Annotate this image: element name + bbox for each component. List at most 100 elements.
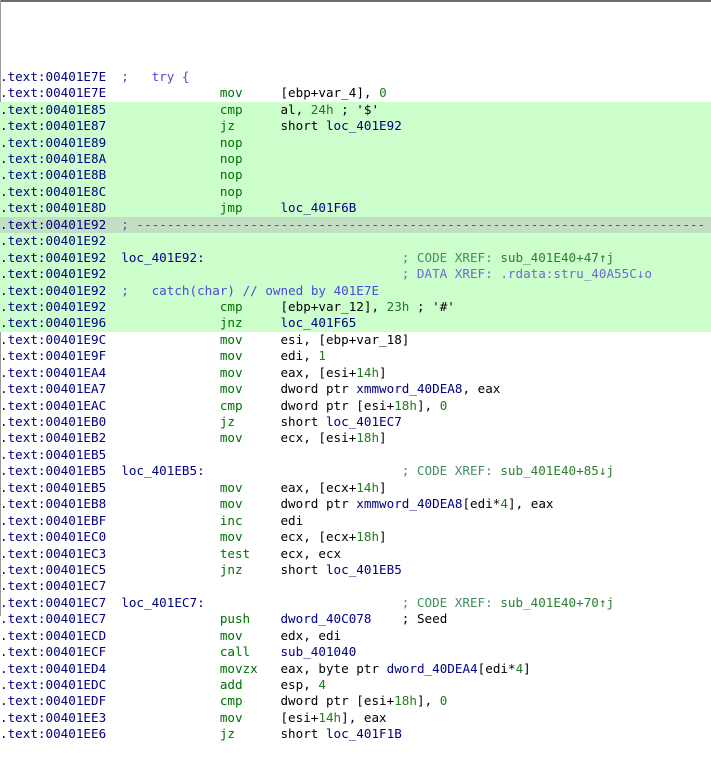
disassembly-line[interactable]: .text:00401E7E ; try { [0,69,711,85]
disassembly-line[interactable]: .text:00401EA4 mov eax, [esi+14h] [0,365,711,381]
reg-token: var_18 [356,331,402,347]
line-mnemonic: mov [220,430,243,446]
line-operands: short loc_401E92 [280,118,401,134]
disassembly-listing[interactable]: .text:00401E7E; try {.text:00401E7E mov [e… [0,0,711,741]
disassembly-line[interactable]: .text:00401E96 jnz loc_401F65 [0,315,711,332]
addr-token: .text:00401EDC [0,677,107,692]
name-token: sub_401040 [280,644,357,660]
line-operands: short loc_401F1B [280,726,401,742]
line-address: .text:00401EBF [0,513,106,529]
xrefk-token: ; CODE XREF: [401,594,493,610]
line-mnemonic: jmp [220,200,243,216]
line-mnemonic: mov [220,381,243,397]
punct-token: + [310,709,319,725]
disassembly-line[interactable]: .text:00401E89 nop [0,134,711,151]
disassembly-line[interactable]: .text:00401ED4 movzx eax, byte ptr dword_4… [0,661,711,677]
disassembly-line[interactable]: .text:00401E8A nop [0,151,711,168]
disassembly-line[interactable]: .text:00401E92 ; ------------------------… [0,216,711,234]
line-label: loc_401EB5: [121,463,204,479]
reg-token: ecx [280,430,304,446]
reg-token: ecx [325,529,349,545]
disassembly-line[interactable]: .text:00401EB5 loc_401EB5: ; CODE XREF: su… [0,463,711,479]
disassembly-line[interactable]: .text:00401E8D jmp loc_401F6B [0,200,711,217]
punct-token: ], [356,85,380,101]
line-address: .text:00401EA4 [0,365,106,381]
mnem-token: mov [219,381,243,397]
line-mnemonic: cmp [220,102,243,118]
disassembly-line[interactable]: .text:00401EB5 mov eax, [ecx+14h] [0,480,711,496]
line-address: .text:00401E96 [0,315,106,331]
cmt-token: ; try { [121,68,190,84]
punct-token: , [295,101,311,117]
addr-token: .text:00401ECD [0,627,107,643]
disassembly-line[interactable]: .text:00401EC0 mov ecx, [ecx+18h] [0,529,711,545]
line-comment: ; try { [121,69,189,85]
reg-token: ebp [325,331,349,347]
dash-token: ; --------------------------------------… [121,216,706,232]
disassembly-line[interactable]: .text:00401EC7 loc_401EC7: ; CODE XREF: su… [0,595,711,611]
kw-token: dword ptr [280,693,349,709]
disassembly-line[interactable]: .text:00401EC3 test ecx, ecx [0,546,711,562]
punct-token: [ [280,85,289,101]
addr-token: .text:00401E92 [0,282,107,298]
disassembly-line[interactable]: .text:00401EC7 push dword_40C078 ; Seed [0,611,711,627]
disassembly-line[interactable]: .text:00401E92 ; DATA XREF: .rdata:stru_4… [0,266,711,283]
line-address: .text:00401E8B [0,167,106,183]
num-token: 0 [439,693,448,709]
disassembly-line[interactable]: .text:00401E85 cmp al, 24h ; '$' [0,101,711,119]
disassembly-line[interactable]: .text:00401E92 [0,233,711,250]
addr-token: .text:00401E96 [0,315,107,331]
disassembly-line[interactable]: .text:00401E9F mov edi, 1 [0,348,711,364]
line-mnemonic: mov [220,365,243,381]
line-mnemonic: jnz [220,315,243,331]
num-token: 18h [356,430,380,446]
addr-token: .text:00401E85 [0,101,107,117]
disassembly-line[interactable]: .text:00401E8C nop [0,183,711,201]
disassembly-line[interactable]: .text:00401E7E mov [ebp+var_4], 0 [0,85,711,101]
punct-token: ], [341,709,364,725]
line-operands: al, 24h ; '$' [280,102,379,118]
disassembly-line[interactable]: .text:00401E87 jz short loc_401E92 [0,118,711,135]
disassembly-line[interactable]: .text:00401EE6 jz short loc_401F1B [0,726,711,742]
disassembly-line[interactable]: .text:00401EB8 mov dword ptr xmmword_40DEA… [0,496,711,512]
reg-token: esi [288,709,311,725]
mnem-token: jmp [219,200,243,216]
line-operands: edx, edi [280,628,341,644]
addr-token: .text:00401ED4 [0,660,107,676]
reg-token: ecx [280,529,304,545]
disassembly-line[interactable]: .text:00401EB2 mov ecx, [esi+18h] [0,430,711,446]
disassembly-line[interactable]: .text:00401EE3 mov [esi+14h], eax [0,710,711,726]
line-address: .text:00401E9C [0,332,106,348]
line-address: .text:00401E7E [0,85,106,101]
num-token: 4 [318,677,326,692]
addr-token: .text:00401ECF [0,644,107,660]
disassembly-line[interactable]: .text:00401E9C mov esi, [ebp+var_18] [0,332,711,348]
line-label: loc_401E92: [121,250,204,266]
disassembly-line[interactable]: .text:00401E92 cmp [ebp+var_12], 23h ; '#' [0,298,711,316]
disassembly-line[interactable]: .text:00401E92 loc_401E92: ; CODE XREF: su… [0,249,711,267]
disassembly-line[interactable]: .text:00401EC5 jnz short loc_401EB5 [0,562,711,578]
disassembly-line[interactable]: .text:00401ECD mov edx, edi [0,628,711,644]
line-address: .text:00401E92 [0,217,106,233]
disassembly-line[interactable]: .text:00401EBF inc edi [0,513,711,529]
disassembly-line[interactable]: .text:00401E92 ; catch(char) // owned by … [0,282,711,299]
name-token: loc_401F65 [280,315,357,331]
disassembly-line[interactable]: .text:00401EC7 [0,578,711,594]
line-operands: eax, byte ptr dword_40DEA4[edi*4] [280,661,530,677]
line-mnemonic: nop [220,184,243,200]
disassembly-line[interactable]: .text:00401EB5 [0,447,711,463]
disassembly-line[interactable]: .text:00401EDF cmp dword ptr [esi+18h], 0 [0,693,711,709]
line-mnemonic: jnz [220,562,243,578]
disassembly-line[interactable]: .text:00401EA7 mov dword ptr xmmword_40DEA… [0,381,711,397]
punct-token: ], [507,496,531,512]
line-separator: ; --------------------------------------… [121,217,705,233]
disassembly-line[interactable]: .text:00401EAC cmp dword ptr [esi+18h], 0 [0,398,711,414]
punct-token: ] [379,479,387,495]
disassembly-line[interactable]: .text:00401E8B nop [0,167,711,184]
disassembly-line[interactable]: .text:00401EDC add esp, 4 [0,677,711,693]
line-operands: dword ptr xmmword_40DEA8, eax [280,381,500,397]
line-address: .text:00401EC3 [0,546,106,562]
disassembly-line[interactable]: .text:00401EB0 jz short loc_401EC7 [0,414,711,430]
line-operands: edi, 1 [280,348,326,364]
disassembly-line[interactable]: .text:00401ECF call sub_401040 [0,644,711,660]
